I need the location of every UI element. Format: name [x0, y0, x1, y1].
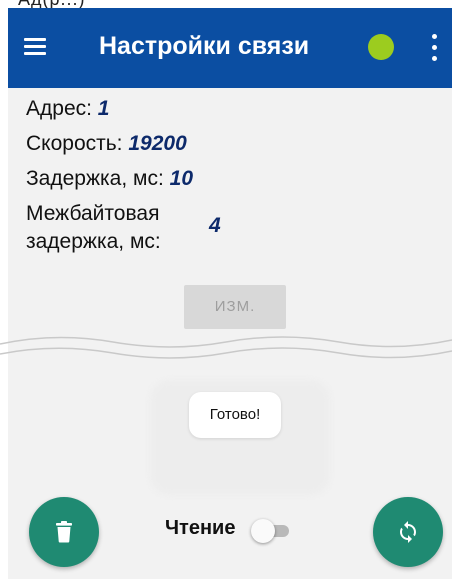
address-value: 1: [97, 97, 110, 120]
delete-button[interactable]: [29, 497, 99, 567]
change-button[interactable]: ИЗМ.: [184, 285, 286, 329]
interbyte-delay-value: 4: [209, 214, 221, 237]
speed-value: 19200: [128, 132, 187, 155]
interbyte-label-line2: задержка, мс:: [26, 230, 161, 253]
read-toggle-thumb: [251, 519, 275, 543]
sync-icon: [400, 521, 416, 543]
delay-value: 10: [169, 167, 193, 190]
header-fragment: Ад(р...): [18, 0, 86, 8]
interbyte-delay-label: Межбайтовая задержка, мс:: [26, 200, 161, 256]
top-cropped-text: Ад(р...): [0, 0, 452, 8]
read-label: Чтение: [165, 517, 236, 539]
more-options-icon[interactable]: [426, 32, 442, 64]
address-row: Адрес: 1: [26, 97, 109, 121]
address-label: Адрес:: [26, 97, 92, 120]
read-toggle[interactable]: [249, 517, 291, 545]
app-bar: Настройки связи: [8, 8, 452, 88]
page-title: Настройки связи: [99, 32, 310, 60]
delay-row: Задержка, мс: 10: [26, 167, 193, 191]
sync-button[interactable]: [373, 497, 443, 567]
connection-status-indicator: [368, 34, 394, 60]
toast-message: Готово!: [189, 392, 281, 438]
speed-row: Скорость: 19200: [26, 132, 187, 156]
hamburger-menu-icon[interactable]: [22, 35, 50, 59]
speed-label: Скорость:: [26, 132, 123, 155]
trash-icon: [56, 521, 72, 543]
torn-edge-divider: [0, 336, 452, 359]
delay-label: Задержка, мс:: [26, 167, 164, 190]
interbyte-label-line1: Межбайтовая: [26, 202, 160, 225]
